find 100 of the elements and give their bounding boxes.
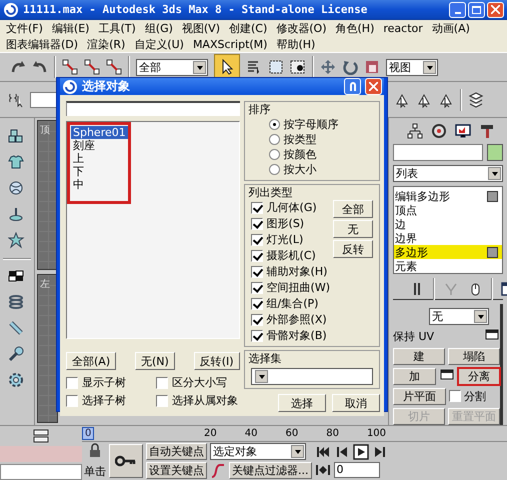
rotate-icon[interactable] [342,59,358,75]
checkbox[interactable] [250,282,263,294]
list-button[interactable]: 反转(I) [194,352,240,370]
reference-coordinate-dropdown[interactable]: 视图 [386,58,438,76]
bind-icon[interactable] [106,59,122,75]
menu-item[interactable]: 渲染(R) [87,36,126,52]
menu-item[interactable]: 文件(F) [6,20,43,36]
set-key-mode-button[interactable]: 设置关键点 [146,462,207,479]
named-selection-icon[interactable] [8,92,24,108]
type-button[interactable]: 全部 [333,200,373,218]
viewport-sizer-icon[interactable] [33,428,49,444]
checkbox[interactable] [156,394,168,406]
curve-icon[interactable] [210,462,226,478]
object-list-item[interactable]: 刻座 [71,139,128,152]
object-list-item[interactable]: 中 [71,178,128,191]
viewport[interactable]: 顶 [37,120,58,270]
stack-item[interactable]: 编辑多边形 [394,189,502,203]
set-key-button[interactable] [109,444,143,478]
object-list-item[interactable]: 上 [71,152,128,165]
object-list-item[interactable]: 下 [71,165,128,178]
selection-set-dropdown[interactable] [250,368,373,385]
percent-snap-icon[interactable] [438,92,454,108]
radio-button[interactable] [268,134,280,145]
modifier-list-dropdown[interactable]: 列表 [393,165,503,182]
maximize-button[interactable] [468,2,485,18]
move-icon[interactable] [320,59,336,75]
toggle-square-icon[interactable] [487,246,498,258]
time-slider[interactable]: 0 [82,427,94,440]
menu-item[interactable]: 动画(A) [432,20,470,36]
auto-key-button[interactable]: 自动关键点 [146,443,207,460]
checkbox[interactable] [250,234,263,246]
list-button[interactable]: 全部(A) [66,352,116,370]
scale-icon[interactable] [364,59,380,75]
menu-item[interactable]: MAXScript(M) [192,38,268,50]
toggle-square-icon[interactable] [487,190,498,202]
panel-button[interactable]: 分离 [458,368,500,384]
radio-button[interactable] [268,164,280,175]
menu-item[interactable]: 图表编辑器(D) [6,36,78,52]
stack-item[interactable]: 边界 [394,231,502,245]
checkbox[interactable] [250,218,263,230]
checkbox[interactable] [250,298,263,310]
slice-dropdown[interactable]: 无 [429,308,489,324]
angle-snap-icon[interactable] [416,92,432,108]
region-select-icon[interactable] [268,59,284,75]
menu-item[interactable]: 修改器(O) [276,20,327,36]
radio-button[interactable] [268,119,280,130]
minimize-button[interactable] [449,2,466,18]
utilities-icon[interactable] [479,123,495,140]
snap-icon[interactable] [394,92,410,108]
dialog-button[interactable]: 取消 [332,394,380,412]
lock-icon[interactable] [87,443,103,459]
menu-item[interactable]: 自定义(U) [134,36,184,52]
checkbox[interactable] [250,202,263,214]
close-button[interactable] [365,78,382,95]
object-name-field[interactable] [393,144,483,161]
viewport-label[interactable]: 左 [40,278,50,290]
window-crossing-icon[interactable] [290,59,306,75]
stack-item[interactable]: 多边形 [394,245,502,259]
unlink-icon[interactable] [84,59,100,75]
stack-item[interactable]: 元素 [394,259,502,273]
checkbox[interactable] [250,250,263,262]
frame-field[interactable]: 0 [334,462,380,478]
menu-item[interactable]: 视图(V) [182,20,220,36]
key-mode-dropdown[interactable]: 选定对象 [210,443,306,460]
list-button[interactable]: 无(N) [135,352,175,370]
modifier-stack[interactable]: 编辑多边形 顶点 边 边界 多边形 元素 [393,186,503,274]
object-list-item[interactable]: Sphere01 [71,126,128,139]
panel-button[interactable]: 加 [393,368,436,384]
motion-icon[interactable] [431,123,447,140]
panel-button[interactable]: 建 [393,348,445,364]
coil-icon[interactable] [8,294,26,312]
search-field[interactable] [66,101,240,116]
menu-item[interactable]: 编辑(E) [52,20,90,36]
panel-button[interactable]: 片平面 [393,388,446,404]
dialog-button[interactable]: 选择 [278,394,326,412]
key-mode-icon[interactable] [314,462,330,478]
go-to-start-icon[interactable] [314,444,330,460]
menu-item[interactable]: 创建(C) [229,20,268,36]
menu-item[interactable]: 帮助(H) [276,36,316,52]
menu-item[interactable]: 角色(H) [336,20,374,36]
type-button[interactable]: 反转 [333,240,373,258]
checkbox[interactable] [250,266,263,278]
object-color-swatch[interactable] [487,144,503,161]
checkbox[interactable] [250,314,263,326]
display-icon[interactable] [455,123,471,140]
stack-item[interactable]: 边 [394,217,502,231]
panel-button[interactable]: 塌陷 [448,348,500,364]
selection-filter-dropdown[interactable]: 全部 [136,58,208,76]
listener-field[interactable] [0,464,82,480]
menu-item[interactable]: reactor [383,22,423,34]
viewport[interactable]: 左 [37,274,58,423]
menu-item[interactable]: 工具(T) [98,20,136,36]
radio-button[interactable] [268,149,280,160]
checkbox[interactable] [250,330,263,342]
stack-item[interactable]: 顶点 [394,203,502,217]
viewport-label[interactable]: 顶 [40,125,50,136]
checkbox[interactable] [156,376,168,388]
type-button[interactable]: 无 [333,220,373,238]
menu-item[interactable]: 组(G) [144,20,173,36]
close-button[interactable] [487,2,504,18]
